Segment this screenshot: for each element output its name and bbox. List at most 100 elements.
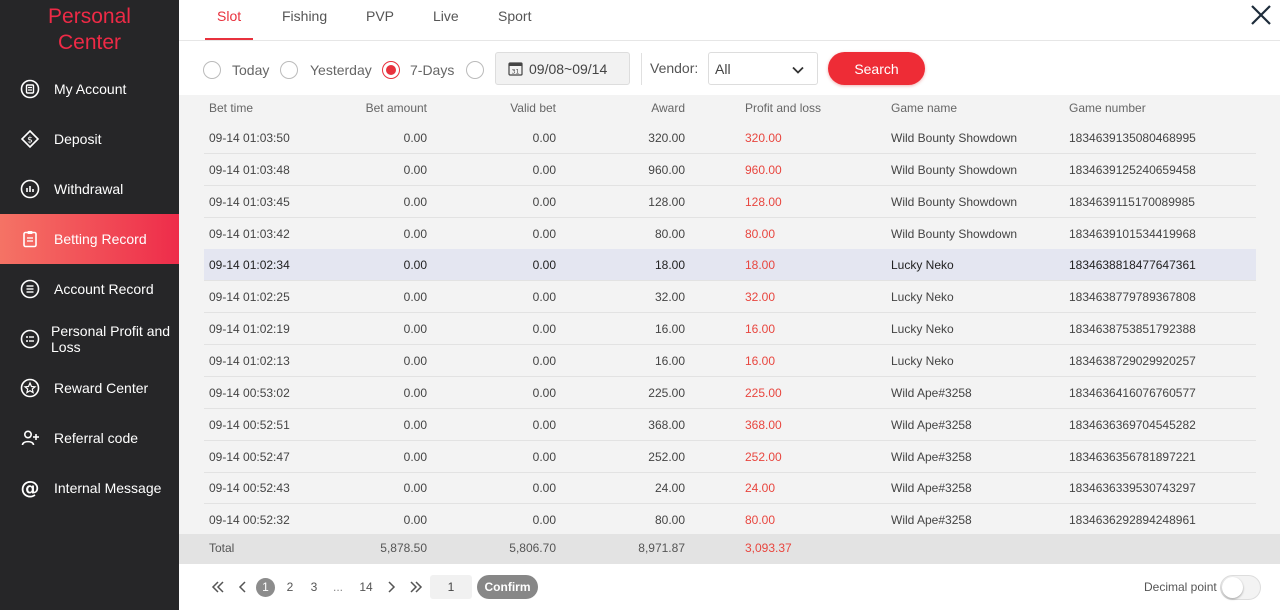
confirm-button[interactable]: Confirm bbox=[477, 575, 538, 599]
first-page-icon[interactable] bbox=[210, 577, 226, 597]
vendor-select[interactable]: All bbox=[708, 52, 818, 85]
table-row[interactable]: 09-14 01:03:48 0.00 0.00 960.00 960.00 Wild B… bbox=[204, 154, 1256, 186]
total-label: Total bbox=[209, 541, 235, 555]
table-row[interactable]: 09-14 00:53:02 0.00 0.00 225.00 225.00 Wild A… bbox=[204, 377, 1256, 409]
filter-bar: Today Yesterday 7-Days 31 09/08~09/14 Ve… bbox=[179, 41, 1280, 95]
cell-profit-loss: 18.00 bbox=[745, 258, 776, 273]
radio-seven-days-label: 7-Days bbox=[410, 62, 455, 78]
table-row[interactable]: 09-14 01:02:25 0.00 0.00 32.00 32.00 Lucky Ne… bbox=[204, 281, 1256, 314]
cell-bet-amount: 0.00 bbox=[403, 481, 427, 496]
table-row[interactable]: 09-14 01:02:13 0.00 0.00 16.00 16.00 Lucky Ne… bbox=[204, 345, 1256, 377]
page-button[interactable]: 3 bbox=[307, 577, 321, 597]
cell-profit-loss: 128.00 bbox=[745, 194, 782, 209]
last-page-icon[interactable] bbox=[408, 577, 424, 597]
cell-bet-time: 09-14 01:03:50 bbox=[209, 131, 290, 145]
category-tabs: Slot Fishing PVP Live Sport bbox=[179, 0, 1280, 41]
sidebar-item-betting-record[interactable]: Betting Record bbox=[0, 214, 179, 264]
vendor-label: Vendor: bbox=[650, 60, 699, 76]
cell-game-number: 1834639101534419968 bbox=[1069, 226, 1196, 241]
header-bet-time: Bet time bbox=[209, 101, 254, 115]
sidebar-item-internal-message[interactable]: @ Internal Message bbox=[0, 463, 179, 513]
cell-bet-amount: 0.00 bbox=[403, 194, 427, 209]
tab-live[interactable]: Live bbox=[433, 0, 459, 40]
cell-profit-loss: 252.00 bbox=[745, 449, 782, 464]
cell-game-number: 1834638729029920257 bbox=[1069, 353, 1196, 368]
cell-bet-time: 09-14 00:52:51 bbox=[209, 417, 290, 432]
page-button[interactable]: 2 bbox=[283, 577, 297, 597]
radio-yesterday[interactable] bbox=[280, 61, 298, 79]
star-icon bbox=[20, 378, 40, 398]
list-icon bbox=[20, 279, 40, 299]
decimal-point-label: Decimal point bbox=[1144, 580, 1217, 594]
cell-award: 128.00 bbox=[648, 194, 685, 209]
cell-game-name: Wild Bounty Showdown bbox=[891, 131, 1018, 145]
date-range-picker[interactable]: 31 09/08~09/14 bbox=[495, 52, 630, 85]
cell-game-name: Wild Ape#3258 bbox=[891, 385, 972, 400]
table-row[interactable]: 09-14 00:52:32 0.00 0.00 80.00 80.00 Wild Ape… bbox=[204, 504, 1256, 537]
table-row[interactable]: 09-14 01:03:42 0.00 0.00 80.00 80.00 Wild Bou… bbox=[204, 218, 1256, 250]
cell-game-name: Wild Ape#3258 bbox=[891, 513, 972, 528]
page-button-current[interactable]: 1 bbox=[256, 578, 275, 597]
cell-game-number: 1834636339530743297 bbox=[1069, 481, 1196, 496]
table-header: Bet time Bet amount Valid bet Award Prof… bbox=[179, 95, 1280, 122]
cell-game-name: Lucky Neko bbox=[891, 290, 954, 305]
tab-sport[interactable]: Sport bbox=[498, 0, 531, 40]
sidebar-item-withdrawal[interactable]: Withdrawal bbox=[0, 164, 179, 214]
radio-yesterday-label: Yesterday bbox=[310, 62, 372, 78]
cell-game-name: Lucky Neko bbox=[891, 258, 954, 273]
table-row[interactable]: 09-14 01:03:50 0.00 0.00 320.00 320.00 Wild B… bbox=[204, 122, 1256, 154]
sidebar-item-label: My Account bbox=[54, 81, 127, 97]
cell-valid-bet: 0.00 bbox=[532, 449, 556, 464]
cell-valid-bet: 0.00 bbox=[532, 353, 556, 368]
page-jump-input[interactable]: 1 bbox=[430, 575, 472, 599]
sidebar-item-referral-code[interactable]: Referral code bbox=[0, 413, 179, 463]
sidebar-item-label: Account Record bbox=[54, 281, 154, 297]
cell-profit-loss: 80.00 bbox=[745, 513, 776, 528]
tab-fishing[interactable]: Fishing bbox=[282, 0, 327, 40]
cell-game-number: 1834638753851792388 bbox=[1069, 322, 1196, 337]
cell-game-number: 1834636369704545282 bbox=[1069, 417, 1196, 432]
cell-valid-bet: 0.00 bbox=[532, 226, 556, 241]
next-page-icon[interactable] bbox=[385, 577, 399, 597]
radio-custom-range[interactable] bbox=[466, 61, 484, 79]
cell-valid-bet: 0.00 bbox=[532, 322, 556, 337]
radio-today[interactable] bbox=[203, 61, 221, 79]
at-icon: @ bbox=[20, 478, 40, 498]
table-row[interactable]: 09-14 00:52:51 0.00 0.00 368.00 368.00 Wild A… bbox=[204, 409, 1256, 441]
search-button[interactable]: Search bbox=[828, 52, 925, 85]
cell-bet-time: 09-14 00:53:02 bbox=[209, 385, 290, 400]
tab-slot[interactable]: Slot bbox=[204, 0, 254, 40]
vendor-select-value: All bbox=[715, 60, 731, 77]
sidebar-item-label: Referral code bbox=[54, 430, 139, 446]
sidebar-item-my-account[interactable]: My Account bbox=[0, 64, 179, 114]
sidebar-item-deposit[interactable]: $ Deposit bbox=[0, 114, 179, 164]
header-bet-amount: Bet amount bbox=[365, 101, 427, 115]
radio-seven-days[interactable] bbox=[382, 61, 400, 79]
header-game-name: Game name bbox=[891, 101, 958, 115]
cell-valid-bet: 0.00 bbox=[532, 417, 556, 432]
page-button[interactable]: 14 bbox=[356, 577, 376, 597]
header-profit-loss: Profit and loss bbox=[745, 101, 822, 115]
cell-award: 18.00 bbox=[654, 258, 685, 273]
cell-bet-time: 09-14 01:03:48 bbox=[209, 162, 290, 177]
close-icon[interactable] bbox=[1249, 3, 1273, 27]
cell-award: 24.00 bbox=[654, 481, 685, 496]
calendar-icon: 31 bbox=[508, 62, 523, 76]
cell-bet-amount: 0.00 bbox=[403, 162, 427, 177]
cell-profit-loss: 16.00 bbox=[745, 322, 776, 337]
cell-bet-time: 09-14 01:03:45 bbox=[209, 194, 290, 209]
cell-bet-time: 09-14 01:03:42 bbox=[209, 226, 290, 241]
cell-game-name: Wild Bounty Showdown bbox=[891, 162, 1018, 177]
table-row[interactable]: 09-14 00:52:47 0.00 0.00 252.00 252.00 Wild A… bbox=[204, 441, 1256, 473]
withdrawal-icon bbox=[20, 179, 40, 199]
prev-page-icon[interactable] bbox=[235, 577, 249, 597]
table-row[interactable]: 09-14 00:52:43 0.00 0.00 24.00 24.00 Wild Ape… bbox=[204, 472, 1256, 505]
table-row[interactable]: 09-14 01:02:19 0.00 0.00 16.00 16.00 Lucky Ne… bbox=[204, 313, 1256, 346]
table-row[interactable]: 09-14 01:02:34 0.00 0.00 18.00 18.00 Lucky Ne… bbox=[204, 249, 1256, 282]
table-row[interactable]: 09-14 01:03:45 0.00 0.00 128.00 128.00 Wild B… bbox=[204, 186, 1256, 218]
sidebar-item-account-record[interactable]: Account Record bbox=[0, 264, 179, 314]
tab-pvp[interactable]: PVP bbox=[366, 0, 394, 40]
sidebar-item-reward-center[interactable]: Reward Center bbox=[0, 363, 179, 413]
decimal-point-toggle[interactable] bbox=[1220, 575, 1261, 600]
sidebar-item-personal-profit-loss[interactable]: Personal Profit and Loss bbox=[0, 314, 179, 364]
